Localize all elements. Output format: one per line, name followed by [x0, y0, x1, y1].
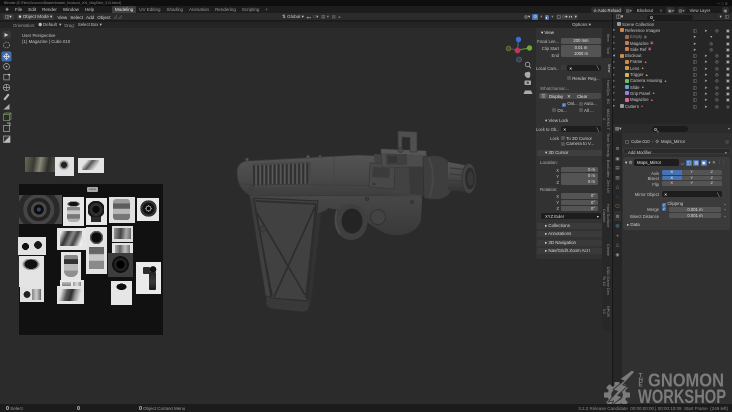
svg-text:WORKSHOP: WORKSHOP	[638, 387, 726, 404]
